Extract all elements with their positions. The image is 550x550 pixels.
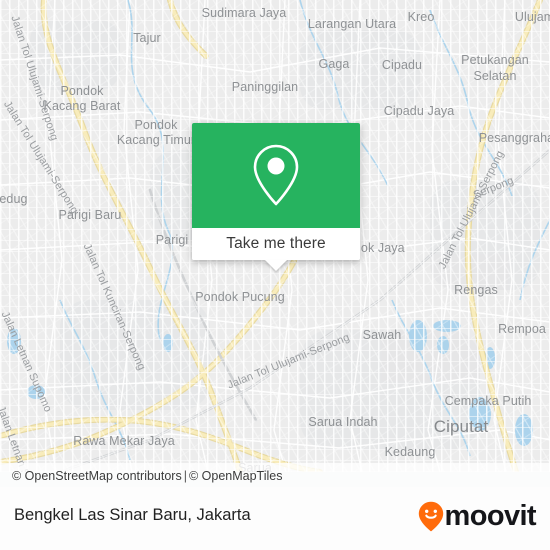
map-place-label: Rawa Mekar Jaya (73, 434, 175, 448)
map-place-label: Parigi (155, 233, 189, 247)
popup-header (192, 123, 360, 228)
map-place-label: Ulujami (514, 10, 550, 24)
map-place-label: Pondok Pucung (195, 290, 285, 304)
moovit-smile-pin-icon (418, 501, 443, 531)
map-place-label: Petukangan (461, 53, 529, 67)
map-place-label: Cipadu (381, 58, 423, 72)
map-place-label: Paninggilan (231, 80, 299, 94)
take-me-there-button[interactable]: Take me there (192, 228, 360, 260)
popup-pointer-tail (265, 260, 287, 271)
map-place-label: Rengas (454, 283, 498, 297)
attribution-separator: | (183, 469, 187, 483)
take-me-there-label: Take me there (226, 235, 326, 252)
map-place-label: Kedaung (384, 445, 436, 459)
openmaptiles-attribution-link[interactable]: © OpenMapTiles (189, 469, 283, 483)
map-place-label: Sarua Indah (308, 415, 378, 429)
map-place-label: Pondok (134, 118, 178, 132)
map-place-label: Cempaka Putih (444, 394, 532, 408)
map-place-label: Selatan (473, 69, 517, 83)
moovit-map-screen: Sudimara Jaya Larangan Utara Kreo Ulujami Ta… (0, 0, 550, 550)
map-place-label: Sudimara Jaya (201, 6, 287, 20)
map-canvas[interactable]: Sudimara Jaya Larangan Utara Kreo Ulujami Ta… (0, 0, 550, 472)
map-place-label: Pondok (60, 84, 104, 98)
map-place-label: Tajur (133, 31, 161, 45)
map-place-label: Rempoa (498, 322, 546, 336)
map-place-label: Larangan Utara (307, 17, 397, 31)
moovit-logo[interactable]: moovit (418, 499, 537, 532)
location-popup-card[interactable]: Take me there (192, 123, 360, 271)
map-place-label: Ciledug (0, 192, 28, 206)
map-place-label: Kacang Barat (43, 99, 121, 113)
map-place-label: Pesanggrahan (478, 131, 550, 145)
map-place-label: Ciputat (433, 417, 489, 436)
osm-attribution-link[interactable]: © OpenStreetMap contributors (12, 469, 182, 483)
map-place-label: Kacang Timur (116, 133, 196, 147)
map-place-label: Cipadu Jaya (383, 104, 455, 118)
map-pin-icon (253, 144, 299, 205)
moovit-wordmark: moovit (444, 499, 537, 532)
map-place-label: Kreo (407, 10, 435, 24)
location-title: Bengkel Las Sinar Baru, Jakarta (14, 506, 251, 524)
map-place-label: Gaga (318, 57, 350, 71)
attribution: © OpenStreetMap contributors | © OpenMapTi… (12, 469, 282, 483)
map-place-label: Sawah (362, 328, 402, 342)
